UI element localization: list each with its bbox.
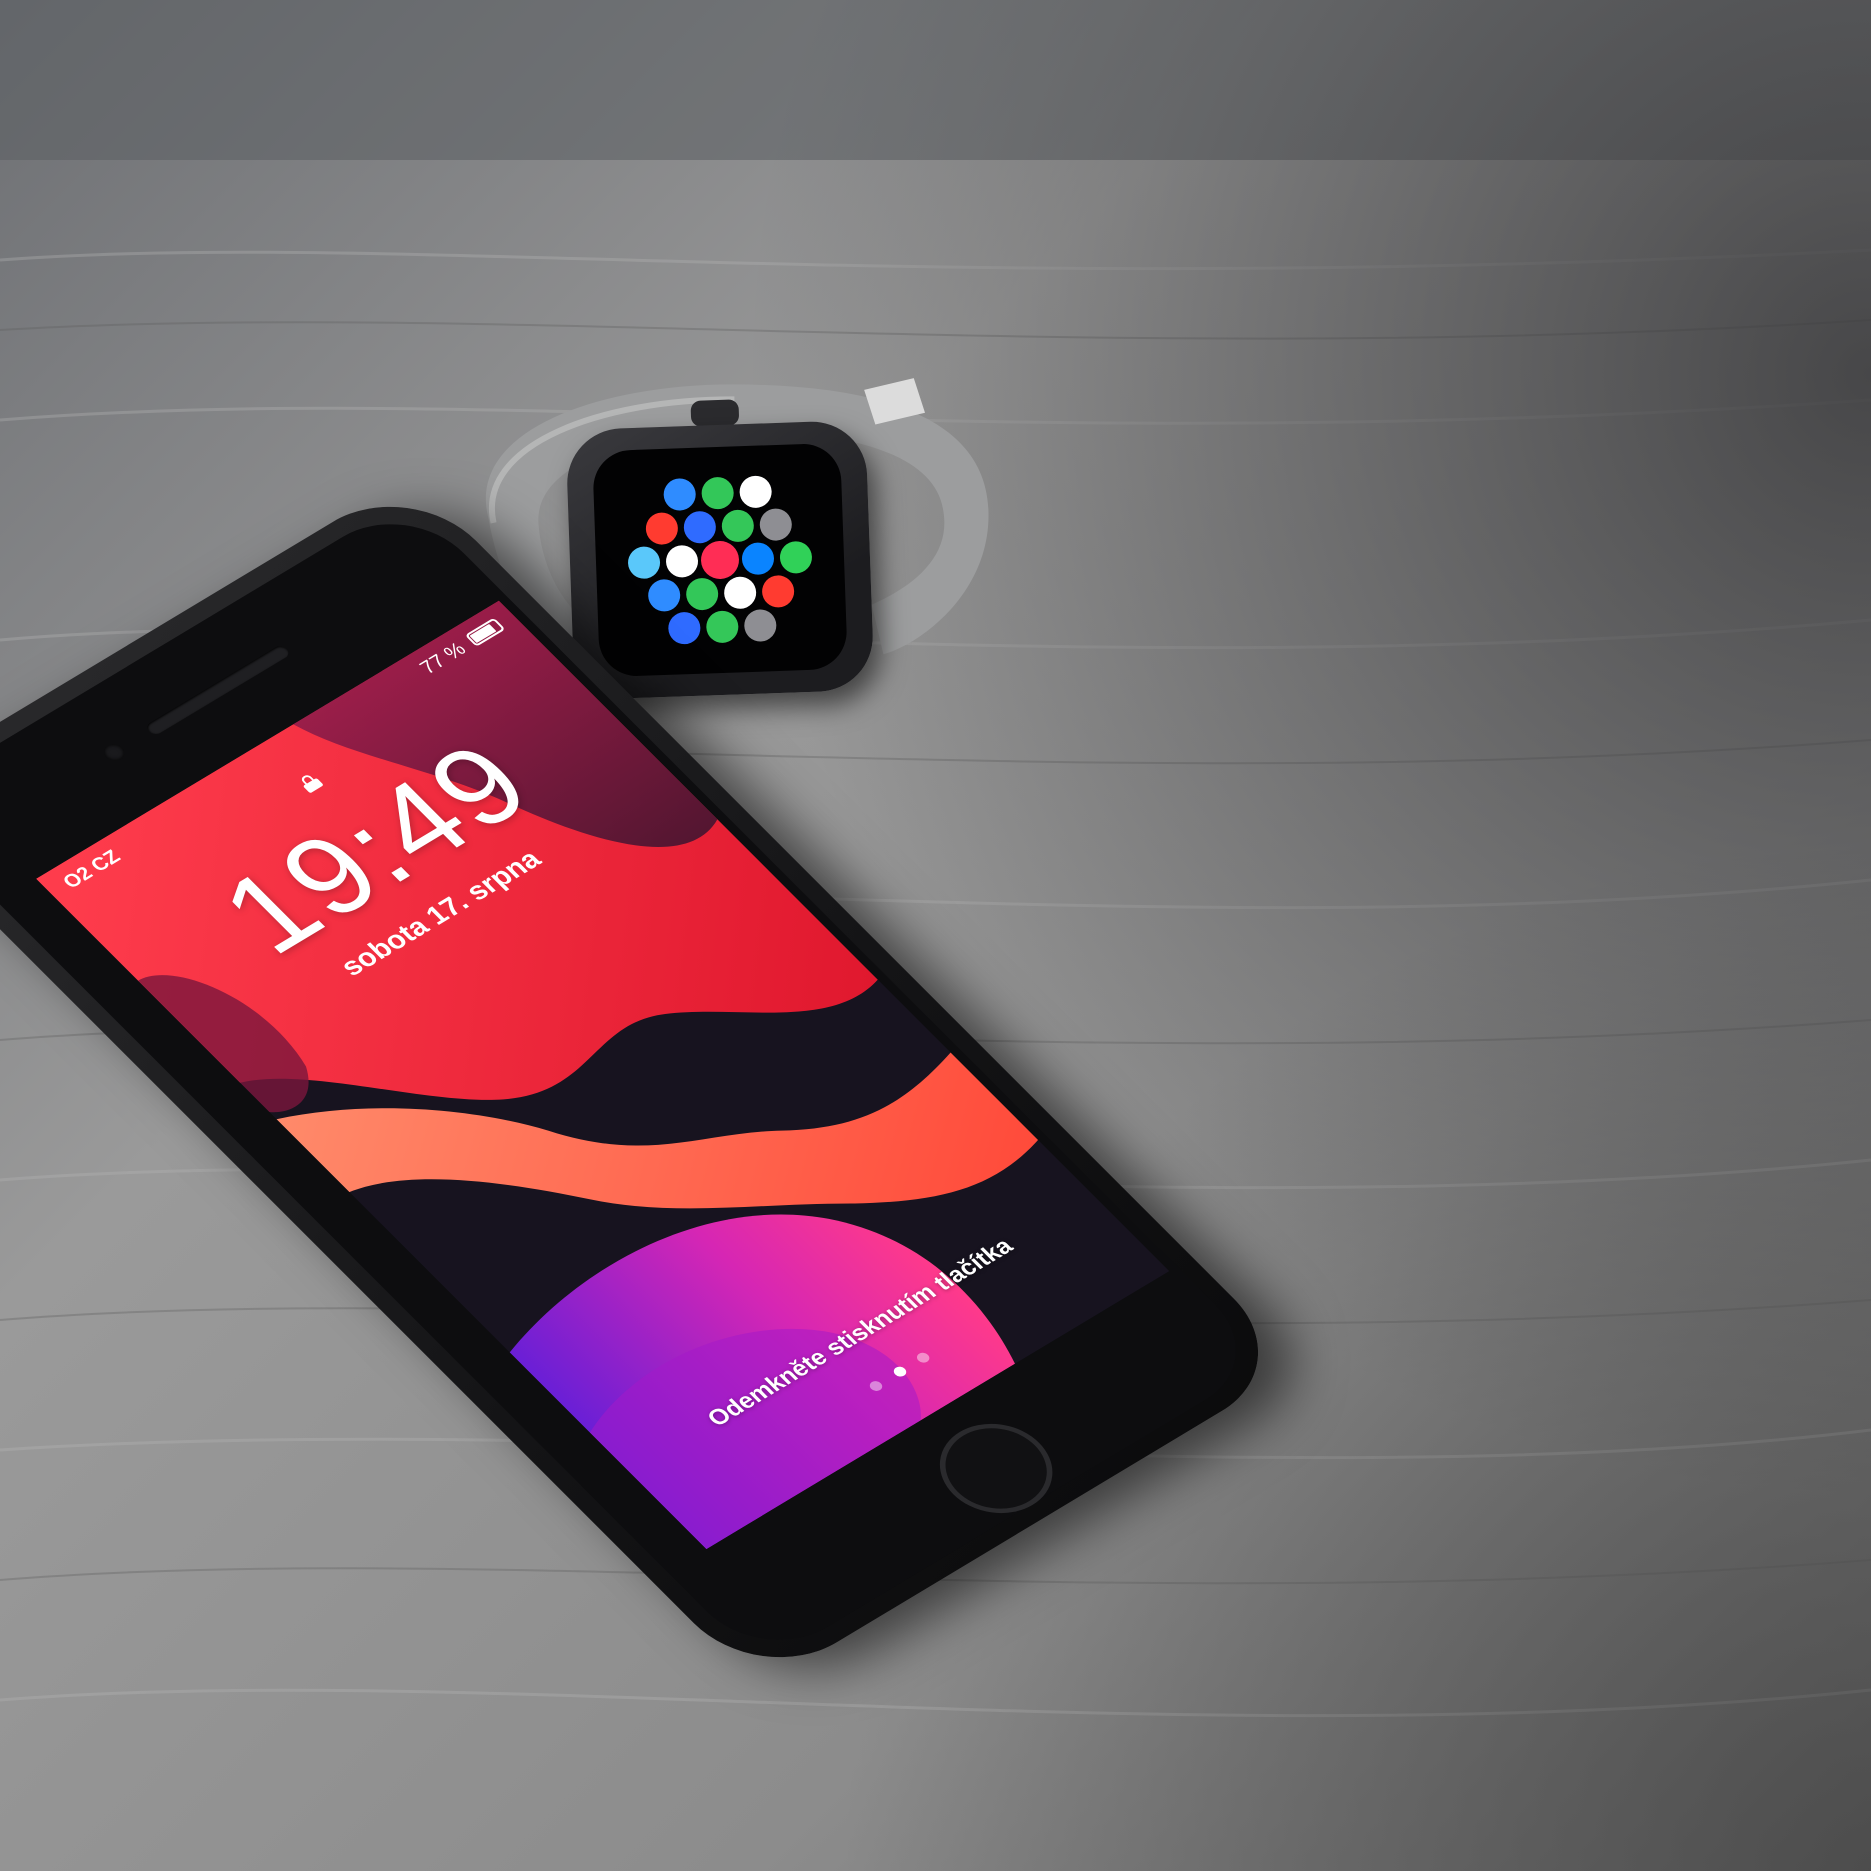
- page-dot: [867, 1379, 885, 1393]
- watch-app-icons: [627, 475, 812, 645]
- battery-icon: [464, 617, 506, 647]
- watch-app-icon[interactable]: [627, 546, 661, 579]
- watch-app-icon[interactable]: [739, 475, 772, 508]
- watch-app-icon[interactable]: [724, 576, 757, 609]
- photo-scene: O2 CZ 77 % 19:49 sobota 17. srpna Odemkn…: [0, 0, 1871, 1871]
- watch-app-icon[interactable]: [648, 579, 681, 612]
- watch-app-icon[interactable]: [744, 609, 777, 642]
- watch-app-icon[interactable]: [700, 540, 739, 579]
- watch-digital-crown: [690, 399, 740, 427]
- watch-app-icon[interactable]: [645, 512, 678, 545]
- watch-app-icon[interactable]: [701, 477, 734, 510]
- watch-app-icon[interactable]: [741, 542, 774, 575]
- home-button[interactable]: [916, 1406, 1076, 1531]
- watch-app-icon[interactable]: [706, 610, 739, 643]
- watch-app-icon[interactable]: [721, 509, 754, 542]
- watch-app-icon[interactable]: [668, 612, 701, 645]
- watch-app-icon[interactable]: [779, 541, 812, 574]
- page-dot: [914, 1350, 932, 1365]
- watch-app-icon[interactable]: [686, 578, 719, 611]
- watch-app-icon[interactable]: [759, 508, 792, 541]
- watch-case: [565, 419, 875, 701]
- earpiece-speaker: [144, 643, 292, 737]
- watch-app-icon[interactable]: [762, 575, 795, 608]
- watch-app-icon[interactable]: [665, 545, 699, 578]
- watch-app-grid: [592, 442, 848, 678]
- watch-app-icon[interactable]: [663, 478, 696, 511]
- page-dot-active: [890, 1365, 909, 1379]
- front-camera: [99, 741, 129, 764]
- watch-app-icon[interactable]: [683, 511, 716, 544]
